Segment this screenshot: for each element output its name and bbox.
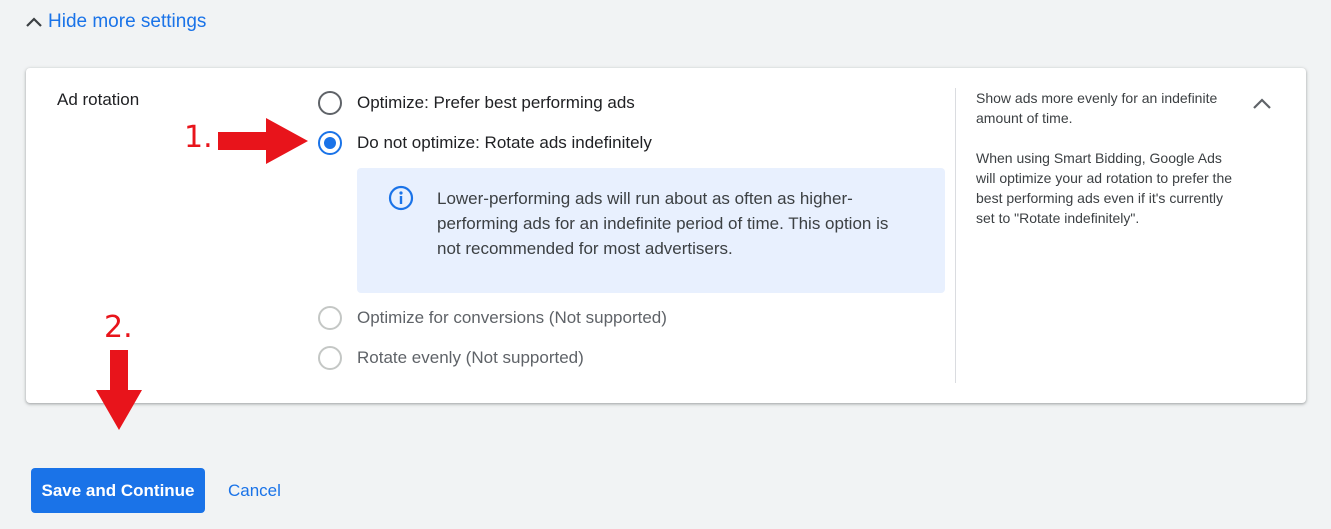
radio-optimize-best[interactable] <box>318 91 342 115</box>
divider <box>955 88 956 383</box>
radio-rotate-evenly <box>318 346 342 370</box>
card-title: Ad rotation <box>57 90 140 109</box>
option-optimize-best[interactable]: Optimize: Prefer best performing ads <box>318 89 635 117</box>
option-rotate-evenly: Rotate evenly (Not supported) <box>318 344 584 372</box>
radio-optimize-conversions <box>318 306 342 330</box>
option-label: Optimize for conversions (Not supported) <box>357 308 667 327</box>
info-text: Lower-performing ads will run about as o… <box>437 189 889 258</box>
option-do-not-optimize[interactable]: Do not optimize: Rotate ads indefinitely <box>318 129 652 157</box>
radio-do-not-optimize[interactable] <box>318 131 342 155</box>
hide-more-settings-toggle[interactable]: Hide more settings <box>24 8 206 36</box>
annotation-arrow-down-icon <box>96 350 142 430</box>
annotation-arrow-right-icon <box>218 118 308 164</box>
annotation-step-1: 1. <box>184 120 213 155</box>
save-and-continue-button[interactable]: Save and Continue <box>31 468 205 513</box>
option-label: Optimize: Prefer best performing ads <box>357 93 635 112</box>
help-text: Show ads more evenly for an indefinite a… <box>976 88 1236 228</box>
chevron-up-icon <box>26 17 42 27</box>
help-paragraph-1: Show ads more evenly for an indefinite a… <box>976 90 1218 126</box>
hide-more-settings-label: Hide more settings <box>48 11 207 32</box>
info-icon <box>388 185 414 211</box>
option-label: Do not optimize: Rotate ads indefinitely <box>357 133 652 152</box>
info-box: Lower-performing ads will run about as o… <box>357 168 945 293</box>
help-paragraph-2: When using Smart Bidding, Google Ads wil… <box>976 150 1233 226</box>
chevron-up-icon <box>1253 98 1271 109</box>
annotation-step-2: 2. <box>104 310 133 345</box>
cancel-button[interactable]: Cancel <box>216 468 293 513</box>
option-label: Rotate evenly (Not supported) <box>357 348 584 367</box>
collapse-button[interactable] <box>1246 88 1278 120</box>
option-optimize-conversions: Optimize for conversions (Not supported) <box>318 304 667 332</box>
